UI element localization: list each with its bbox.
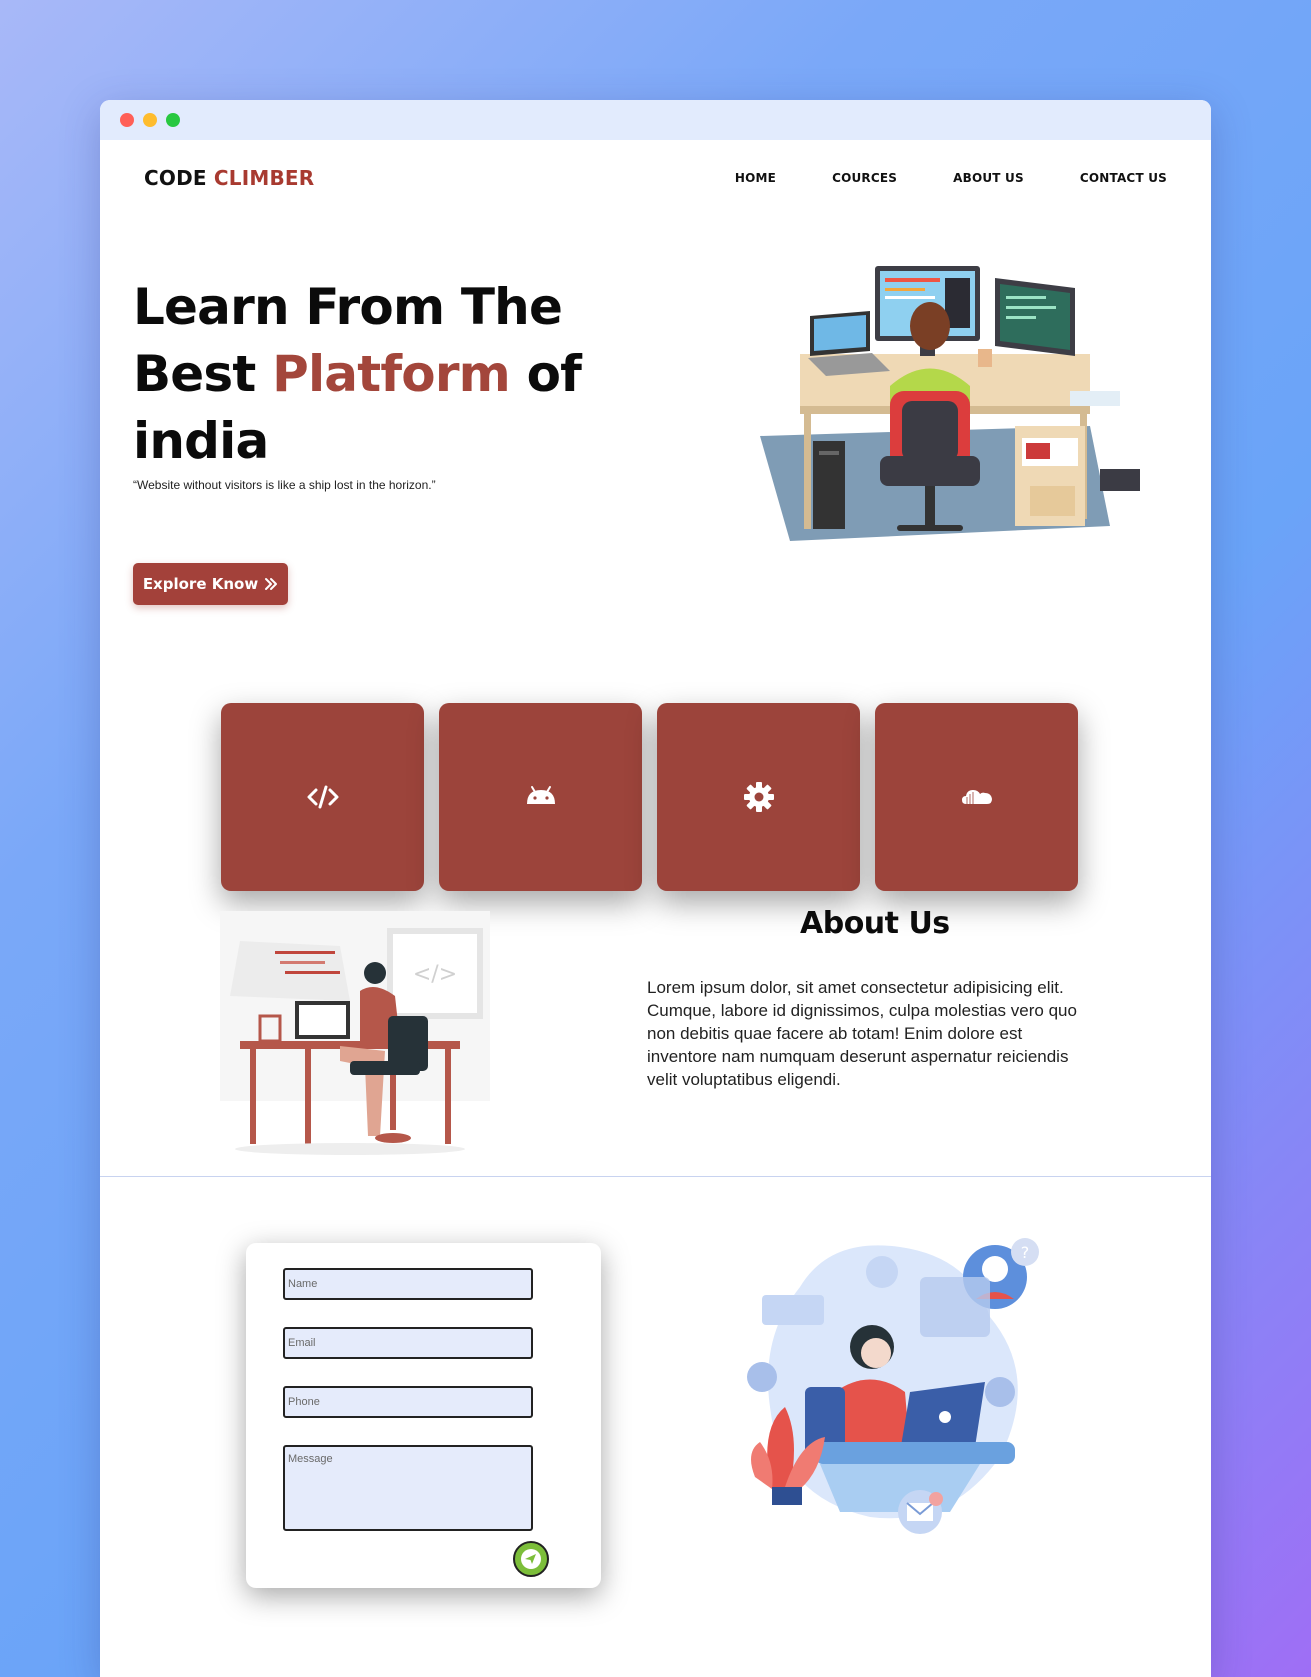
hero-title-line1: Learn From The <box>133 278 563 336</box>
hero-section: Learn From The Best Platform of india “W… <box>100 216 1211 656</box>
nav-link-home[interactable]: HOME <box>735 171 776 185</box>
nav-link-about[interactable]: ABOUT US <box>953 171 1024 185</box>
email-input[interactable] <box>283 1327 533 1359</box>
developer-desk-illustration <box>760 266 1140 541</box>
hero-title-line3: india <box>133 412 269 470</box>
hero-title-line2-pre: Best <box>133 345 273 403</box>
about-title: About Us <box>800 906 950 941</box>
brand-logo[interactable]: CODE CLIMBER <box>144 166 314 190</box>
close-window-icon[interactable] <box>120 113 134 127</box>
brand-logo-part1: CODE <box>144 166 207 190</box>
customer-support-illustration: ? <box>747 1238 1039 1534</box>
navbar: CODE CLIMBER HOME COURCES ABOUT US CONTA… <box>100 140 1211 216</box>
android-icon <box>526 786 555 804</box>
send-button[interactable] <box>513 1541 549 1577</box>
features-section <box>100 656 1211 906</box>
about-text: Lorem ipsum dolor, sit amet consectetur … <box>647 978 1077 1089</box>
hero-title-line2-post: of <box>509 345 582 403</box>
phone-input[interactable] <box>283 1386 533 1418</box>
maximize-window-icon[interactable] <box>166 113 180 127</box>
contact-section: ? <box>100 1177 1211 1637</box>
browser-window: CODE CLIMBER HOME COURCES ABOUT US CONTA… <box>100 100 1211 1677</box>
nav-link-contact[interactable]: CONTACT US <box>1080 171 1167 185</box>
double-chevron-right-icon <box>265 578 278 590</box>
gear-icon <box>743 782 774 812</box>
nav-link-courses[interactable]: COURCES <box>832 171 897 185</box>
svg-text:?: ? <box>1021 1243 1030 1262</box>
explore-button[interactable]: Explore Know <box>133 563 288 605</box>
about-section: </> About Us Lorem ipsum dolor, sit amet… <box>100 906 1211 1176</box>
contact-form <box>246 1243 601 1588</box>
feature-card-android[interactable] <box>439 703 642 891</box>
brand-logo-part2: CLIMBER <box>213 166 315 190</box>
code-icon <box>307 785 338 809</box>
feature-card-code[interactable] <box>221 703 424 891</box>
cloud-icon <box>961 790 992 804</box>
window-titlebar <box>100 100 1211 140</box>
name-input[interactable] <box>283 1268 533 1300</box>
feature-card-settings[interactable] <box>657 703 860 891</box>
send-icon <box>521 1549 541 1569</box>
explore-button-label: Explore Know <box>142 575 259 593</box>
hero-quote: “Website without visitors is like a ship… <box>133 478 436 492</box>
message-textarea[interactable] <box>283 1445 533 1531</box>
person-at-laptop-illustration: </> <box>220 911 490 1155</box>
main-nav: HOME COURCES ABOUT US CONTACT US <box>735 171 1167 185</box>
hero-title: Learn From The Best Platform of india <box>133 274 593 475</box>
feature-card-cloud[interactable] <box>875 703 1078 891</box>
svg-text:</>: </> <box>413 962 457 987</box>
minimize-window-icon[interactable] <box>143 113 157 127</box>
hero-title-accent: Platform <box>272 345 511 403</box>
